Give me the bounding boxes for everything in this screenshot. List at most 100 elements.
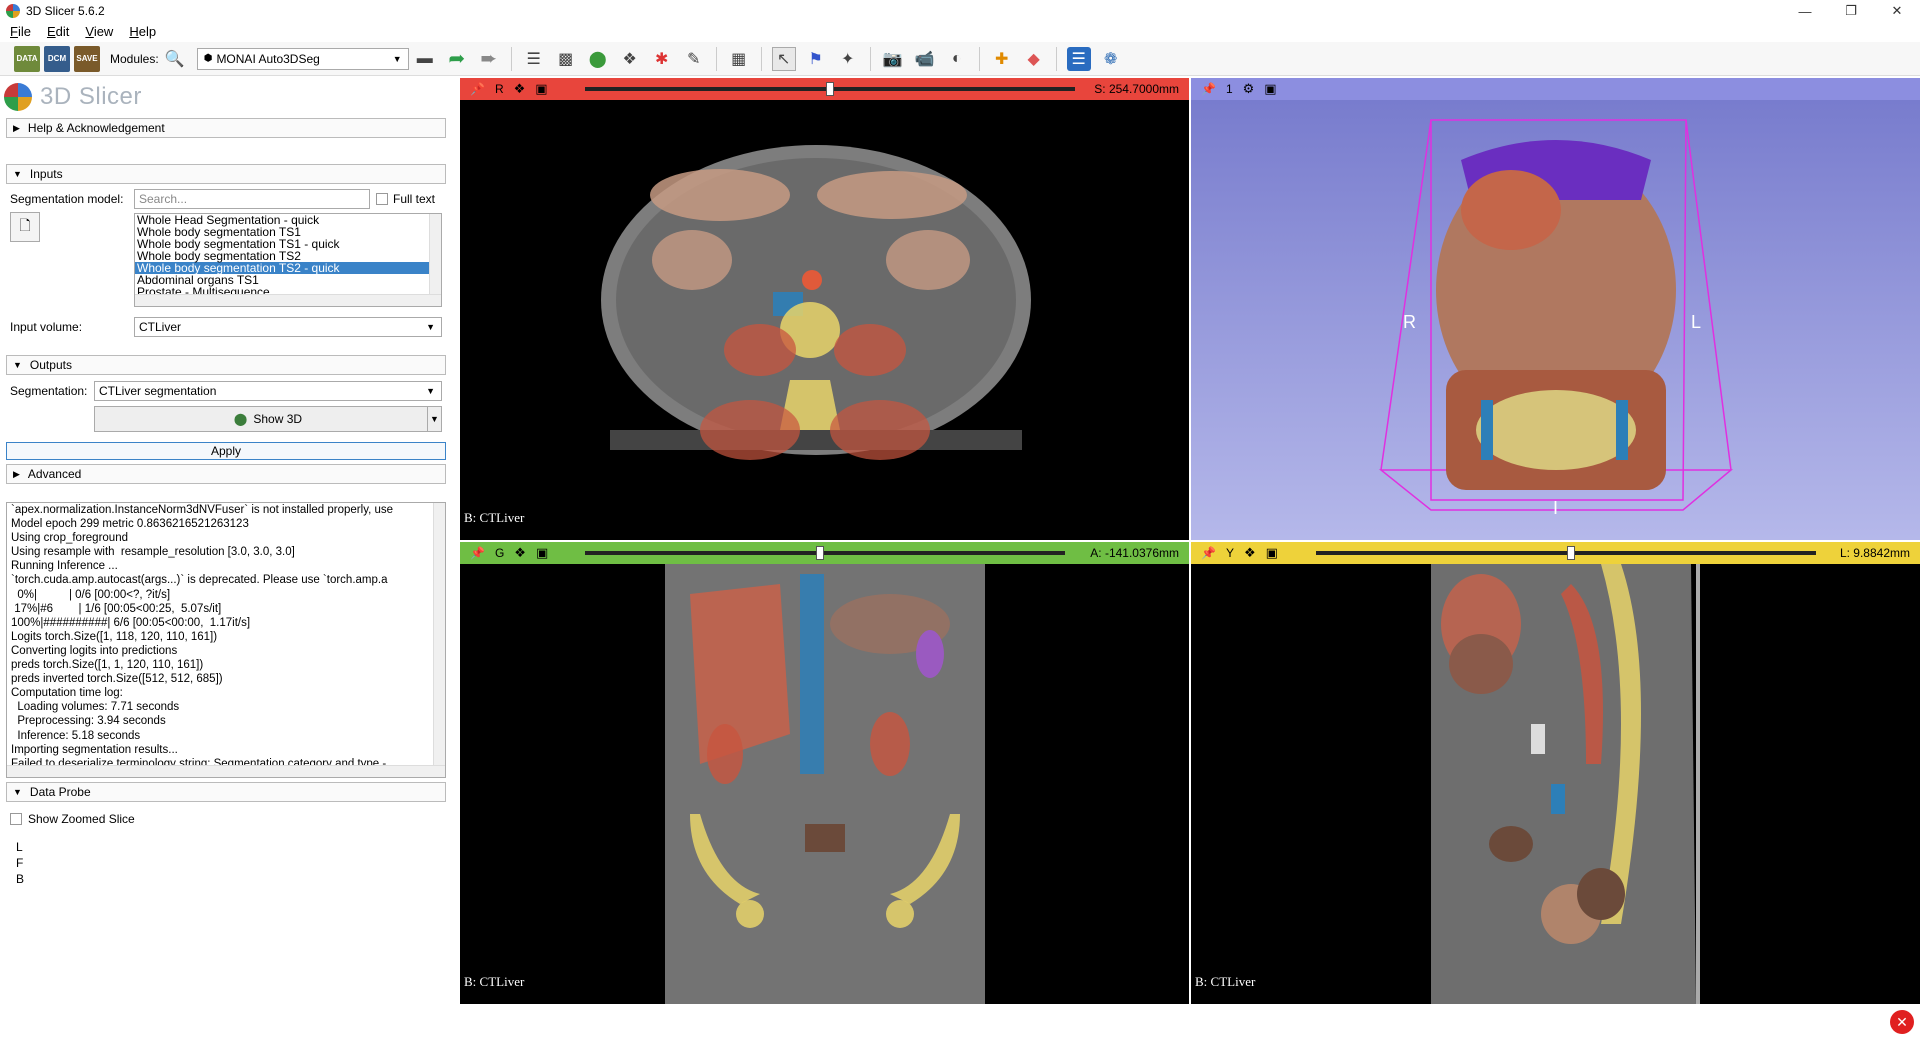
menu-help[interactable]: Help [119,24,162,39]
orientation-label-inferior: I [1553,498,1559,518]
model-list-horizontal-scrollbar[interactable] [135,294,441,306]
markups-module-icon[interactable]: ✱ [650,47,674,71]
log-line: Converting logits into predictions [11,644,178,657]
input-volume-label: Input volume: [10,320,83,334]
show-3d-button[interactable]: ⬤ Show 3D ▼ [94,406,442,432]
close-window-button[interactable]: ✕ [1874,0,1920,22]
toolbar-separator [1055,46,1057,71]
pin-icon[interactable]: 📌 [470,82,485,96]
coronal-ct-image [665,564,985,1004]
log-vertical-scrollbar[interactable] [433,503,445,765]
yellow-slider-handle[interactable] [1567,546,1575,560]
pin-icon[interactable]: 📌 [1201,546,1216,560]
red-view-letter: R [494,82,504,96]
maximize-view-icon[interactable]: ▣ [536,545,548,561]
select-pointer-icon[interactable]: ↖ [771,46,796,71]
scene-view-icon[interactable]: 📹 [913,47,937,71]
crosshair-icon[interactable]: ✚ [990,47,1014,71]
yellow-slice-view[interactable]: 📌 Y ❖ ▣ L: 9.8842mm B: CTLiver [1191,542,1920,1004]
model-list-vertical-scrollbar[interactable] [429,214,441,296]
data-probe-section-label: Data Probe [29,785,91,799]
module-selector[interactable]: ⬢ MONAI Auto3DSeg ▼ [196,47,409,70]
help-section-header[interactable]: ▶ Help & Acknowledgement [6,118,446,138]
maximize-view-icon[interactable]: ▣ [535,81,547,97]
center-view-icon[interactable]: ⚙ [1243,81,1255,97]
outputs-section-label: Outputs [29,358,72,372]
log-line: `torch.cuda.amp.autocast(args...)` is de… [11,574,388,587]
link-icon[interactable]: ❖ [514,81,526,97]
close-icon[interactable]: ✕ [1890,1010,1914,1034]
show-3d-icon: ⬤ [233,412,248,426]
threed-segmentation-render [1378,119,1734,511]
output-segmentation-select[interactable]: CTLiver segmentation ▼ [94,381,442,401]
dicom-button[interactable]: DCM [44,45,70,72]
place-markup-icon[interactable]: ⚑ [804,47,828,71]
model-info-icon[interactable]: 🗋 [10,212,40,242]
link-icon[interactable]: ❖ [1244,545,1256,561]
data-module-icon[interactable]: ☰ [522,47,546,71]
layout-icon[interactable]: ▦ [727,47,751,71]
pin-icon[interactable]: 📌 [470,546,485,560]
yellow-slice-slider[interactable] [1316,551,1816,555]
module-search-icon[interactable]: 🔍 [163,47,187,71]
log-line: Computation time log: [11,687,123,700]
maximize-view-icon[interactable]: ▣ [1266,545,1278,561]
red-view-controller: 📌 R ❖ ▣ S: 254.7000mm [460,78,1189,100]
chevron-down-icon: ▼ [426,322,435,332]
threed-view[interactable]: 📌 1 ⚙ ▣ R L I [1191,78,1920,540]
segment-editor-icon[interactable]: ✎ [682,47,706,71]
load-data-button[interactable]: DATA [14,45,40,72]
volumes-module-icon[interactable]: ▩ [554,47,578,71]
link-icon[interactable]: ❖ [514,545,526,561]
outputs-section-header[interactable]: ▼ Outputs [6,355,446,375]
green-slider-handle[interactable] [816,546,825,560]
apply-button[interactable]: Apply [6,442,446,460]
log-line: Logits torch.Size([1, 118, 120, 110, 161… [11,630,218,643]
transforms-module-icon[interactable]: ❖ [618,47,642,71]
data-probe-section-header[interactable]: ▼ Data Probe [6,782,446,802]
menu-file[interactable]: File [0,24,37,39]
help-section-label: Help & Acknowledgement [27,121,165,135]
inputs-section-header[interactable]: ▼ Inputs [6,164,446,184]
log-line: 100%|##########| 6/6 [00:05<00:00, 1.17i… [11,616,251,629]
back-arrow-icon[interactable]: ➦ [445,47,469,71]
green-slice-view[interactable]: 📌 G ❖ ▣ A: -141.0376mm B: CTLiver [460,542,1189,1004]
show-3d-dropdown-icon[interactable]: ▼ [427,407,441,431]
full-text-label: Full text [393,192,436,206]
log-horizontal-scrollbar[interactable] [7,765,445,777]
segmentation-model-list[interactable]: Whole Head Segmentation - quick Whole bo… [134,213,442,307]
models-module-icon[interactable]: ⬤ [586,47,610,71]
fiducial-icon[interactable]: ✦ [836,47,860,71]
screenshot-icon[interactable]: 📷 [881,47,905,71]
full-text-checkbox[interactable] [376,193,388,205]
advanced-section-header[interactable]: ▶ Advanced [6,464,446,484]
slice-intersections-icon[interactable]: ◆ [1022,47,1046,71]
red-slice-offset: S: 254.7000mm [1094,82,1179,96]
minimize-button[interactable]: — [1782,0,1828,22]
save-button[interactable]: SAVE [74,45,100,72]
chevron-right-icon: ▶ [13,122,20,133]
red-slice-view[interactable]: 📌 R ❖ ▣ S: 254.7000mm B: CTLiver [460,78,1189,540]
show-3d-label: Show 3D [253,412,303,426]
green-slice-slider[interactable] [585,551,1065,555]
forward-arrow-icon[interactable]: ➨ [477,47,501,71]
pin-icon[interactable]: 📌 [1201,82,1216,96]
toolbar-separator [869,46,871,71]
window-level-icon[interactable]: ◐ [945,47,969,71]
green-view-controller: 📌 G ❖ ▣ A: -141.0376mm [460,542,1189,564]
log-lines: `apex.normalization.InstanceNorm3dNVFuse… [7,503,445,777]
red-slider-handle[interactable] [826,82,834,96]
maximize-button[interactable]: ❐ [1828,0,1874,22]
menu-view[interactable]: View [75,24,119,39]
menu-edit[interactable]: Edit [37,24,75,39]
chevron-down-icon: ▼ [392,53,402,64]
input-volume-select[interactable]: CTLiver ▼ [134,317,442,337]
maximize-view-icon[interactable]: ▣ [1264,81,1276,97]
module-history-icon[interactable]: ▬ [413,47,437,71]
segmentation-label: Segmentation: [10,384,88,398]
extensions-manager-icon[interactable]: ☰ [1066,46,1091,71]
show-zoomed-slice-checkbox[interactable] [10,813,22,825]
model-search-input[interactable]: Search... [134,189,370,209]
python-console-icon[interactable]: ❁ [1099,47,1123,71]
processing-log[interactable]: `apex.normalization.InstanceNorm3dNVFuse… [6,502,446,778]
